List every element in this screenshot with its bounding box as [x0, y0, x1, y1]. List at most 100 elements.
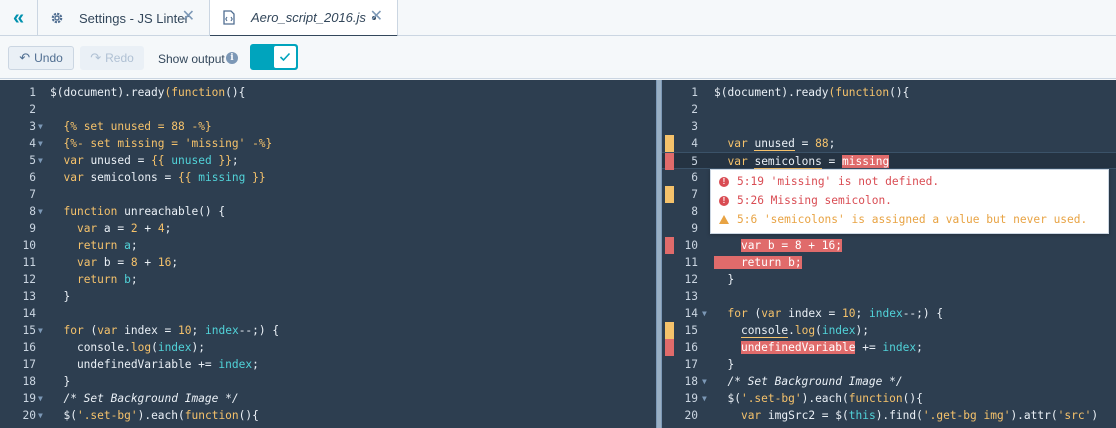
line-number: 6: [691, 171, 698, 184]
code-line-active: 5 var semicolons = missing: [662, 152, 1116, 170]
line-number: 18: [22, 375, 36, 388]
lint-error-message: ! 5:26 Missing semicolon.: [719, 192, 892, 209]
show-output-toggle[interactable]: [250, 44, 298, 70]
line-number: 7: [691, 188, 698, 201]
line-number: 1: [691, 86, 698, 99]
fold-chevron-icon: ▼: [38, 394, 43, 403]
line-number: 4: [29, 137, 36, 150]
line-number: 9: [29, 222, 36, 235]
line-number: 13: [684, 290, 698, 303]
code-text: var a = 2 + 4;: [76, 222, 172, 235]
lint-error-message: ! 5:19 'missing' is not defined.: [719, 173, 939, 190]
code-line: 13 }: [0, 288, 656, 305]
code-line: 7: [0, 186, 656, 203]
tab-label: Settings - JS Linter: [79, 10, 189, 26]
code-text: return a;: [76, 239, 138, 252]
fold-chevron-icon: ▼: [702, 377, 707, 386]
code-line: 12 return b;: [0, 271, 656, 288]
line-number: 9: [691, 222, 698, 235]
line-number: 19: [22, 392, 36, 405]
line-number: 12: [684, 273, 698, 286]
line-number: 16: [22, 341, 36, 354]
lint-message-text: 5:6 'semicolons' is assigned a value but…: [737, 213, 1088, 226]
lint-tooltip: ! 5:19 'missing' is not defined. ! 5:26 …: [710, 169, 1109, 234]
lint-message-text: 5:26 Missing semicolon.: [737, 194, 892, 207]
code-text: }: [714, 358, 735, 371]
output-editor[interactable]: 1 $(document).ready(function(){ 2 3 4 var…: [662, 80, 1116, 428]
line-number: 17: [684, 358, 698, 371]
file-code-icon: [221, 10, 237, 26]
code-text: var semicolons = {{ missing }}: [63, 171, 266, 184]
code-text: return b;: [76, 273, 138, 286]
code-line: 16 undefinedVariable += index;: [662, 339, 1116, 356]
source-editor[interactable]: 1 $(document).ready(function(){ 2 3 ▼ {% s…: [0, 80, 656, 428]
code-line: 4 ▼ {%- set missing = 'missing' -%}: [0, 135, 656, 152]
gear-icon: [49, 10, 65, 26]
undo-button[interactable]: ↶ Undo: [8, 46, 74, 70]
line-number: 18: [684, 375, 698, 388]
redo-icon: ↷: [90, 50, 102, 65]
line-number: 17: [22, 358, 36, 371]
code-line: 17 undefinedVariable += index;: [0, 356, 656, 373]
close-icon[interactable]: ✕: [182, 9, 195, 25]
code-text: return b;: [714, 256, 802, 269]
fold-chevron-icon: ▼: [702, 394, 707, 403]
code-text: {%- set missing = 'missing' -%}: [63, 137, 273, 150]
error-icon: !: [719, 195, 729, 206]
code-line: 2: [662, 101, 1116, 118]
warning-icon: [719, 215, 729, 224]
line-number: 19: [684, 392, 698, 405]
code-text: undefinedVariable += index;: [50, 358, 259, 371]
code-line: 11 var b = 8 + 16;: [0, 254, 656, 271]
code-text: /* Set Background Image */: [50, 392, 239, 405]
code-text: $(document).ready(function(){: [50, 86, 246, 99]
fold-chevron-icon: ▼: [38, 122, 43, 131]
code-text: var imgSrc2 = $(this).find('.get-bg img'…: [740, 409, 1099, 422]
line-number: 6: [29, 171, 36, 184]
fold-chevron-icon: ▼: [38, 207, 43, 216]
redo-button[interactable]: ↷ Redo: [80, 46, 144, 70]
code-text: console.log(index);: [76, 341, 205, 354]
code-text: for (var index = 10; index--;) {: [63, 324, 280, 337]
fold-chevron-icon: ▼: [38, 139, 43, 148]
code-line: 15 ▼ for (var index = 10; index--;) {: [0, 322, 656, 339]
line-number: 11: [684, 256, 698, 269]
code-text: var b = 8 + 16;: [740, 239, 842, 252]
line-number: 14: [22, 307, 36, 320]
code-line: 19 ▼ $('.set-bg').each(function(){: [662, 390, 1116, 407]
collapse-sidebar-button[interactable]: «: [0, 0, 38, 36]
tab-aero-script[interactable]: Aero_script_2016.js ✕: [210, 0, 398, 37]
line-number: 3: [29, 120, 36, 133]
code-text: var unused = 88;: [727, 137, 836, 151]
code-line: 16 console.log(index);: [0, 339, 656, 356]
code-line: 15 console.log(index);: [662, 322, 1116, 339]
line-number: 2: [691, 103, 698, 116]
close-icon[interactable]: ✕: [370, 9, 383, 25]
scrollbar-track: [657, 80, 661, 428]
line-number: 20: [22, 409, 36, 422]
code-text: var unused = {{ unused }};: [63, 154, 239, 167]
line-number: 2: [29, 103, 36, 116]
lint-warning-message: 5:6 'semicolons' is assigned a value but…: [719, 211, 1087, 228]
info-icon[interactable]: i: [226, 52, 238, 64]
line-number: 5: [29, 154, 36, 167]
line-number: 10: [684, 239, 698, 252]
tab-settings-js-linter[interactable]: Settings - JS Linter ✕: [38, 0, 210, 36]
code-text: $('.set-bg').each(function(){: [50, 409, 259, 422]
fold-chevron-icon: ▼: [702, 309, 707, 318]
code-text: console.log(index);: [740, 324, 869, 338]
fold-chevron-icon: ▼: [38, 156, 43, 165]
code-line: 9 var a = 2 + 4;: [0, 220, 656, 237]
fold-chevron-icon: ▼: [38, 411, 43, 420]
fold-chevron-icon: ▼: [38, 326, 43, 335]
code-line: 20 var imgSrc2 = $(this).find('.get-bg i…: [662, 407, 1116, 424]
tab-bar: « Settings - JS Linter ✕ Aero_script_201…: [0, 0, 1116, 37]
code-line: 1 $(document).ready(function(){: [662, 84, 1116, 101]
error-icon: !: [719, 176, 729, 187]
code-text: undefinedVariable += index;: [740, 341, 923, 354]
code-text: function unreachable() {: [63, 205, 226, 218]
code-text: {% set unused = 88 -%}: [63, 120, 212, 133]
checkmark-icon: [274, 46, 296, 68]
line-number: 1: [29, 86, 36, 99]
code-text: var semicolons = missing: [727, 155, 890, 169]
